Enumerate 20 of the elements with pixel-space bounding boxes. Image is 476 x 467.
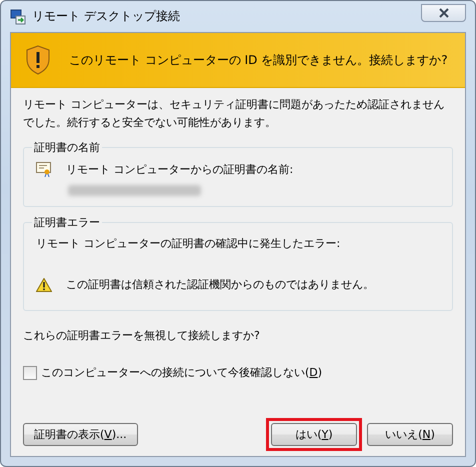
view-certificate-button[interactable]: 証明書の表示(V)... <box>23 423 138 446</box>
group-title: 証明書の名前 <box>33 140 101 155</box>
question-text: これらの証明書エラーを無視して接続しますか? <box>23 328 261 344</box>
dialog-button[interactable]: いいえ(N) <box>367 423 453 446</box>
certificate-name-label: リモート コンピューターからの証明書の名前: <box>66 162 294 176</box>
error-text: この証明書は信頼された認証機関からのものではありません。 <box>66 277 374 292</box>
certificate-icon <box>36 161 52 177</box>
checkbox[interactable] <box>23 366 37 380</box>
close-icon <box>438 8 450 18</box>
warning-icon <box>36 278 52 292</box>
shield-warning-icon <box>25 45 51 75</box>
close-button[interactable] <box>421 4 466 22</box>
dialog-button[interactable]: はい(Y) <box>271 423 357 446</box>
intro-text: リモート コンピューターは、セキュリティ証明書に問題があったため認証されませんでした。続行すると安全でない可能性があります。 <box>23 97 446 131</box>
group-title: 証明書エラー <box>33 215 101 230</box>
window-title: リモート デスクトップ接続 <box>32 8 180 25</box>
errors-label: リモート コンピューターの証明書の確認中に発生したエラー: <box>36 237 340 250</box>
remote-desktop-icon <box>10 8 26 24</box>
checkbox-label[interactable]: このコンピューターへの接続について今後確認しない(D) <box>41 365 322 380</box>
banner-text: このリモート コンピューターの ID を識別できません。接続しますか? <box>69 52 448 68</box>
